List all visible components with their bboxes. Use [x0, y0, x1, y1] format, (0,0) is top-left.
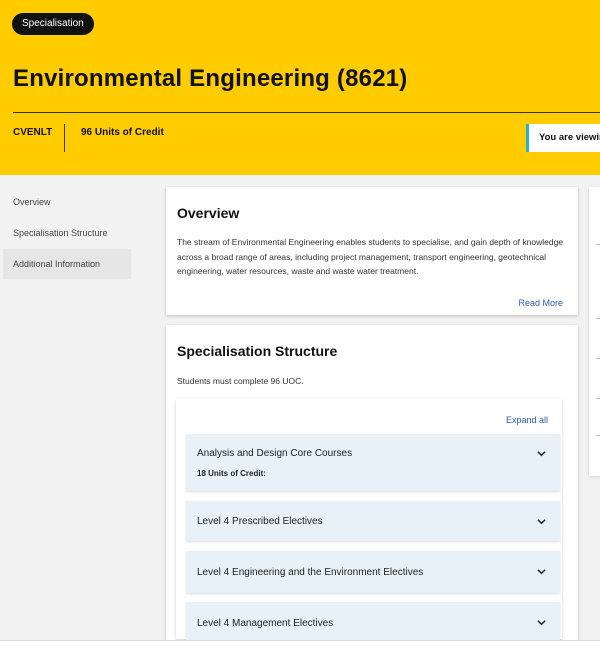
- chevron-down-icon: [537, 569, 546, 575]
- accordion-title: Level 4 Prescribed Electives: [197, 516, 323, 527]
- course-groups-panel: Expand all Analysis and Design Core Cour…: [176, 399, 562, 644]
- accordion-level4-prescribed-electives[interactable]: Level 4 Prescribed Electives: [186, 501, 560, 541]
- structure-heading: Specialisation Structure: [177, 343, 338, 359]
- accordion-level4-management-electives[interactable]: Level 4 Management Electives: [186, 602, 560, 644]
- accordion-analysis-design-core[interactable]: Analysis and Design Core Courses 18 Unit…: [186, 434, 560, 491]
- hero-divider: [13, 112, 600, 113]
- expand-all-link[interactable]: Expand all: [506, 415, 548, 425]
- viewing-notice: You are viewing: [526, 124, 600, 152]
- hero-banner: Specialisation Environmental Engineering…: [0, 0, 600, 175]
- side-card-text-fragment: [596, 244, 600, 245]
- side-info-card: [589, 187, 600, 476]
- sidebar-item-specialisation-structure[interactable]: Specialisation Structure: [3, 218, 131, 248]
- accordion-title: Analysis and Design Core Courses: [197, 448, 353, 459]
- overview-description: The stream of Environmental Engineering …: [177, 237, 564, 276]
- accordion-level4-engineering-environment-electives[interactable]: Level 4 Engineering and the Environment …: [186, 551, 560, 593]
- page-title: Environmental Engineering (8621): [13, 65, 408, 92]
- bottom-bar: [0, 640, 600, 646]
- accordion-units: 18 Units of Credit:: [197, 469, 266, 478]
- accordion-title: Level 4 Engineering and the Environment …: [197, 567, 424, 578]
- vertical-divider: [64, 124, 65, 152]
- overview-card: Overview The stream of Environmental Eng…: [166, 187, 578, 315]
- specialisation-structure-card: Specialisation Structure Students must c…: [166, 325, 578, 646]
- overview-heading: Overview: [177, 205, 240, 221]
- side-card-text-fragment: [596, 398, 600, 399]
- side-card-text-fragment: [596, 435, 600, 436]
- structure-requirement: Students must complete 96 UOC.: [177, 376, 304, 386]
- chevron-down-icon: [537, 451, 546, 457]
- units-of-credit: 96 Units of Credit: [81, 127, 164, 138]
- accordion-title: Level 4 Management Electives: [197, 618, 334, 629]
- side-card-text-fragment: [596, 358, 600, 359]
- specialisation-badge: Specialisation: [12, 13, 94, 35]
- sidebar-item-additional-information[interactable]: Additional Information: [3, 249, 131, 279]
- side-card-text-fragment: [596, 318, 600, 319]
- read-more-link[interactable]: Read More: [518, 298, 563, 308]
- chevron-down-icon: [537, 519, 546, 525]
- sidebar-item-overview[interactable]: Overview: [3, 187, 131, 217]
- chevron-down-icon: [537, 620, 546, 626]
- program-code: CVENLT: [13, 127, 53, 138]
